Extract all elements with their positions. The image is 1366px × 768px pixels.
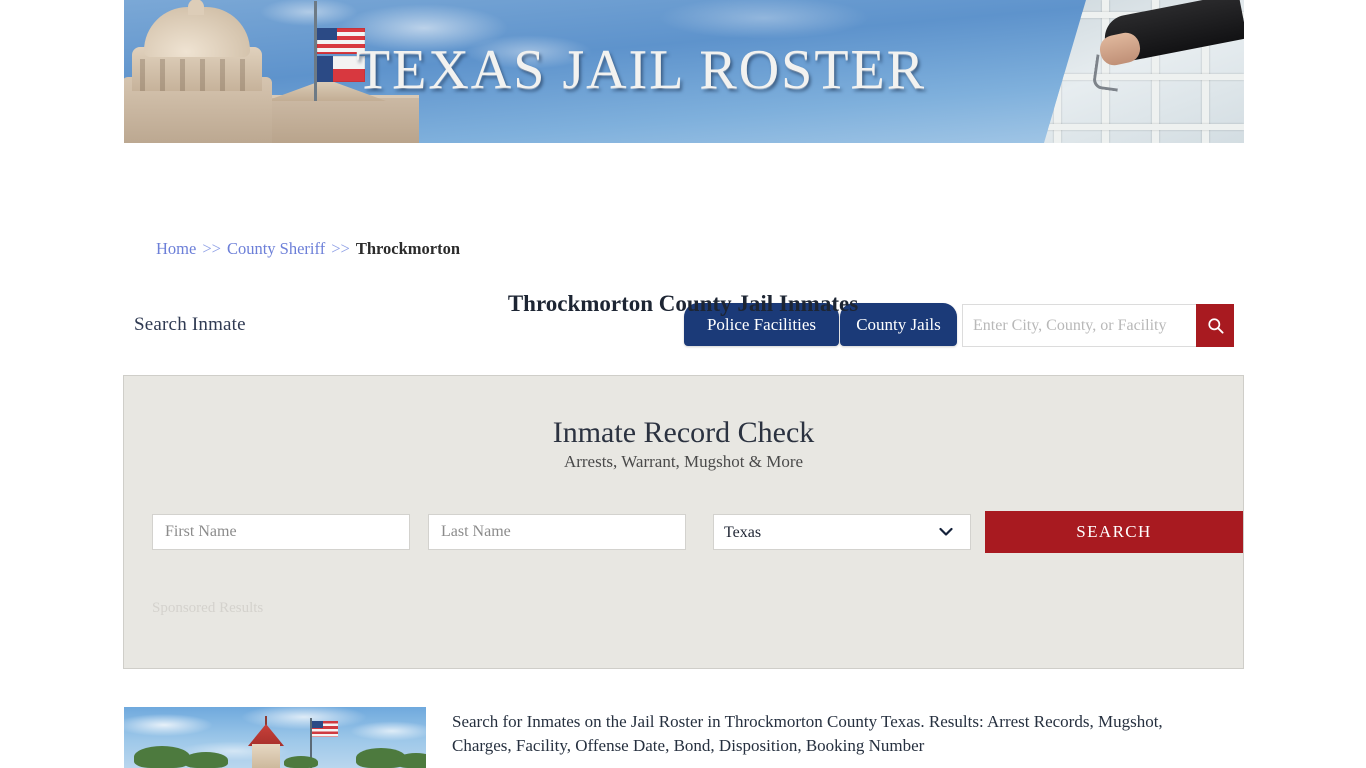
breadcrumb-separator: >> <box>202 239 221 258</box>
breadcrumb-link-home[interactable]: Home <box>156 239 196 258</box>
thumbnail-us-flag-icon <box>312 721 338 737</box>
result-description: Search for Inmates on the Jail Roster in… <box>452 712 1163 755</box>
last-name-input[interactable] <box>428 514 686 550</box>
breadcrumb-current: Throckmorton <box>355 239 461 258</box>
brand-search-inmate: Search Inmate <box>134 314 246 335</box>
site-banner: TEXAS JAIL ROSTER <box>124 0 1244 143</box>
thumbnail-trees <box>124 746 426 768</box>
breadcrumb-link-county-sheriff[interactable]: County Sheriff <box>227 239 325 258</box>
breadcrumb: Home >> County Sheriff >> Throckmorton <box>156 239 460 259</box>
page-title: Throckmorton County Jail Inmates <box>507 291 859 316</box>
courthouse-thumbnail[interactable] <box>124 707 426 768</box>
state-select[interactable]: Texas <box>713 514 971 550</box>
site-title: TEXAS JAIL ROSTER <box>355 39 927 101</box>
search-icon <box>1207 318 1224 334</box>
nav-bar: Search Inmate Police Facilities County J… <box>0 143 1366 347</box>
breadcrumb-separator: >> <box>331 239 350 258</box>
panel-subtitle: Arrests, Warrant, Mugshot & More <box>563 452 804 471</box>
page-root: TEXAS JAIL ROSTER Search Inmate Police F… <box>0 0 1366 768</box>
inmate-search-form: Texas SEARCH <box>152 511 1243 562</box>
sponsored-results-label: Sponsored Results <box>152 600 264 616</box>
panel-title: Inmate Record Check <box>552 416 815 449</box>
inmate-record-check-panel: Inmate Record Check Arrests, Warrant, Mu… <box>123 375 1244 669</box>
inmate-search-button[interactable]: SEARCH <box>985 511 1243 553</box>
first-name-input[interactable] <box>152 514 410 550</box>
